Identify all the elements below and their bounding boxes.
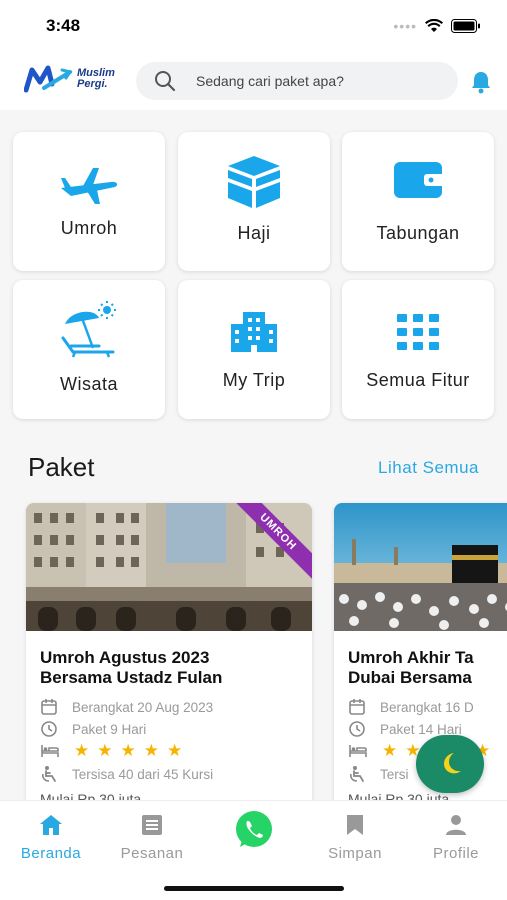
wifi-icon [425, 19, 443, 32]
feature-wisata-label: Wisata [59, 374, 118, 394]
battery-icon [451, 19, 480, 33]
feature-semua-fitur[interactable]: Semua Fitur [342, 280, 494, 419]
whatsapp-button[interactable] [204, 809, 304, 855]
star-icon: ★ [143, 741, 159, 760]
building-icon [178, 310, 330, 352]
nav-saved-label: Simpan [328, 845, 382, 862]
grid-icon [342, 314, 494, 350]
wallet-icon [342, 158, 494, 200]
status-bar: 3:48 •••• [0, 0, 507, 52]
nav-saved[interactable]: Simpan [305, 813, 405, 862]
package-price: Mulai Rp 30 juta [40, 791, 142, 800]
home-content: Umroh Haji Tabungan Wisata My Trip Semua… [0, 110, 507, 800]
section-title: Paket [28, 452, 95, 482]
star-icon: ★ [120, 741, 136, 760]
package-title: Umroh Agustus 2023 Bersama Ustadz Fulan [40, 648, 223, 687]
beach-icon [13, 300, 165, 358]
home-indicator [164, 886, 344, 891]
feature-umroh[interactable]: Umroh [13, 132, 165, 271]
calendar-icon [349, 699, 365, 715]
duration: Paket 9 Hari [72, 721, 147, 737]
app-header: Muslim Pergi. Sedang cari paket apa? [0, 52, 507, 110]
kaaba-icon [178, 154, 330, 210]
nav-orders-label: Pesanan [120, 845, 184, 862]
logo-mark-icon [24, 65, 73, 93]
search-icon [155, 71, 176, 92]
feature-haji[interactable]: Haji [178, 132, 330, 271]
feature-wisata[interactable]: Wisata [13, 280, 165, 419]
depart-row: Berangkat 20 Aug 2023 [40, 698, 213, 716]
depart-date: Berangkat 20 Aug 2023 [72, 699, 214, 715]
package-image: UMROH [26, 503, 312, 631]
star-icon: ★ [167, 741, 183, 760]
receipt-icon [142, 815, 162, 835]
seats-remaining: Tersi [380, 766, 409, 782]
cellular-dots-icon: •••• [393, 18, 417, 34]
star-icon: ★ [382, 741, 398, 760]
bed-icon [41, 745, 59, 757]
feature-my-trip-label: My Trip [222, 370, 286, 390]
nav-home[interactable]: Beranda [1, 813, 101, 862]
feature-haji-label: Haji [237, 223, 271, 243]
logo-text: Muslim Pergi. [77, 68, 115, 90]
depart-row: Berangkat 16 D [348, 698, 474, 716]
feature-tabungan[interactable]: Tabungan [342, 132, 494, 271]
nav-profile-label: Profile [432, 845, 480, 862]
home-icon [40, 815, 62, 835]
package-title: Umroh Akhir Ta Dubai Bersama [348, 648, 474, 687]
seat-icon [350, 766, 364, 782]
nav-home-label: Beranda [20, 845, 82, 862]
logo[interactable]: Muslim Pergi. [24, 64, 115, 94]
airplane-icon [13, 166, 165, 206]
status-time: 3:48 [46, 16, 81, 35]
clock-icon [349, 721, 365, 737]
feature-semua-fitur-label: Semua Fitur [366, 370, 470, 390]
seats-remaining: Tersisa 40 dari 45 Kursi [72, 766, 214, 782]
status-icons: •••• [393, 18, 481, 34]
depart-date: Berangkat 16 D [380, 699, 474, 715]
bottom-nav: Beranda Pesanan Simpan Profile [0, 800, 507, 900]
logo-line2: Pergi. [77, 78, 108, 90]
notification-bell-icon[interactable] [470, 70, 492, 99]
nav-orders[interactable]: Pesanan [102, 813, 202, 862]
package-price: Mulai Rp 30 juta [348, 791, 450, 800]
person-icon [446, 815, 466, 835]
bed-icon [349, 745, 367, 757]
moon-icon [444, 753, 461, 774]
duration-row: Paket 9 Hari [40, 720, 146, 738]
calendar-icon [41, 699, 57, 715]
star-icon: ★ [97, 741, 113, 760]
seats-row: Tersisa 40 dari 45 Kursi [40, 765, 213, 783]
star-rating: ★ ★ ★ ★ ★ [74, 741, 182, 761]
clock-icon [41, 721, 57, 737]
package-card[interactable]: UMROH Umroh Agustus 2023 Bersama Ustadz … [26, 503, 312, 800]
bookmark-icon [347, 815, 363, 835]
seat-icon [42, 766, 56, 782]
seats-row: Tersi [348, 765, 409, 783]
star-icon: ★ [74, 741, 90, 760]
search-placeholder: Sedang cari paket apa? [196, 73, 344, 89]
feature-umroh-label: Umroh [60, 218, 118, 238]
search-input[interactable]: Sedang cari paket apa? [136, 62, 458, 100]
whatsapp-icon [236, 811, 272, 847]
hotel-rating-row: ★ ★ ★ ★ ★ [40, 741, 182, 761]
nav-profile[interactable]: Profile [406, 813, 506, 862]
theme-toggle-button[interactable] [416, 735, 484, 793]
package-image [334, 503, 507, 631]
see-all-link[interactable]: Lihat Semua [378, 458, 479, 478]
feature-tabungan-label: Tabungan [376, 223, 460, 243]
feature-my-trip[interactable]: My Trip [178, 280, 330, 419]
